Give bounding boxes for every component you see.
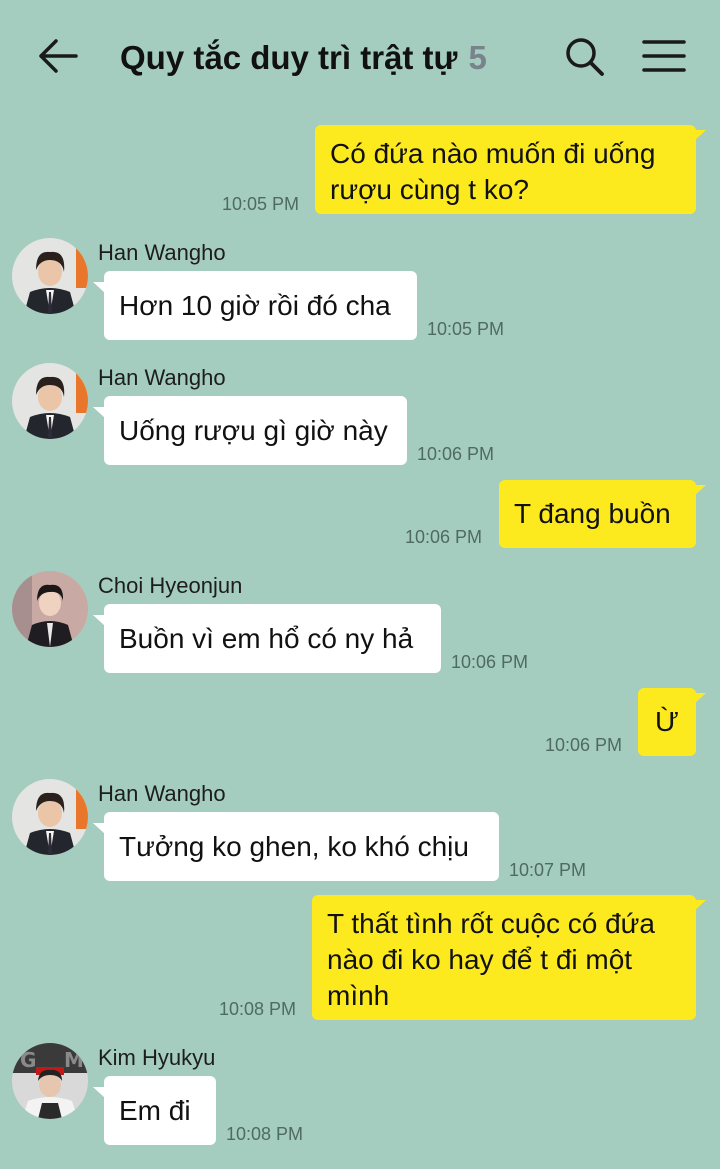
message-text: T thất tình rốt cuộc có đứa nào đi ko ha…: [327, 908, 655, 1011]
message-time: 10:05 PM: [222, 194, 300, 214]
search-icon: [566, 38, 604, 76]
message-time: 10:06 PM: [545, 735, 623, 755]
message-time: 10:08 PM: [219, 999, 297, 1019]
message-time: 10:08 PM: [226, 1124, 304, 1144]
bubble-tail: [93, 407, 105, 418]
avatar-choi-hyeonjun[interactable]: [12, 571, 88, 647]
message-bubble-outgoing[interactable]: Có đứa nào muốn đi uống rượu cùng t ko?: [315, 125, 696, 214]
message-text: Buồn vì em hổ có ny hả: [119, 622, 414, 654]
message-bubble-incoming[interactable]: Uống rượu gì giờ này: [104, 396, 407, 465]
message-bubble-incoming[interactable]: Buồn vì em hổ có ny hả: [104, 604, 441, 673]
sender-name: Choi Hyeonjun: [98, 573, 243, 598]
avatar-han-wangho[interactable]: [12, 238, 88, 314]
svg-text:G: G: [20, 1048, 36, 1072]
message-text: T đang buồn: [514, 498, 671, 529]
message-time: 10:06 PM: [405, 527, 483, 547]
chat-title: Quy tắc duy trì trật tự: [120, 39, 458, 76]
message-bubble-incoming[interactable]: Em đi: [104, 1076, 216, 1145]
search-button[interactable]: [562, 34, 608, 80]
menu-button[interactable]: [640, 36, 688, 76]
message-time: 10:06 PM: [417, 444, 495, 464]
sender-name: Han Wangho: [98, 240, 226, 265]
chat-header: Quy tắc duy trì trật tự 5: [0, 0, 720, 115]
bubble-tail: [93, 823, 105, 834]
avatar-han-wangho[interactable]: [12, 779, 88, 855]
message-bubble-outgoing[interactable]: Ừ: [638, 688, 696, 756]
message-text: Uống rượu gì giờ này: [119, 414, 388, 446]
svg-text:M: M: [64, 1048, 84, 1072]
member-count: 5: [468, 39, 487, 76]
message-bubble-outgoing[interactable]: T đang buồn: [499, 480, 696, 548]
message-time: 10:05 PM: [427, 319, 505, 339]
sender-name: Kim Hyukyu: [98, 1045, 216, 1070]
bubble-tail: [694, 485, 706, 496]
message-text: Ừ: [655, 706, 679, 737]
message-bubble-outgoing[interactable]: T thất tình rốt cuộc có đứa nào đi ko ha…: [312, 895, 696, 1020]
avatar-han-wangho[interactable]: [12, 363, 88, 439]
back-button[interactable]: [36, 36, 80, 76]
bubble-tail: [93, 282, 105, 293]
message-time: 10:07 PM: [509, 860, 587, 880]
message-bubble-incoming[interactable]: Hơn 10 giờ rồi đó cha: [104, 271, 417, 340]
bubble-tail: [694, 693, 706, 704]
hamburger-menu-icon: [642, 40, 686, 72]
bubble-tail: [694, 900, 706, 911]
message-text: Tưởng ko ghen, ko khó chịu: [119, 830, 469, 862]
message-text: Hơn 10 giờ rồi đó cha: [119, 289, 391, 321]
avatar-kim-hyukyu[interactable]: G M: [12, 1043, 88, 1119]
bubble-tail: [93, 615, 105, 626]
bubble-tail: [694, 130, 706, 141]
message-time: 10:06 PM: [451, 652, 529, 672]
message-bubble-incoming[interactable]: Tưởng ko ghen, ko khó chịu: [104, 812, 499, 881]
message-text: Em đi: [119, 1094, 191, 1126]
sender-name: Han Wangho: [98, 365, 226, 390]
sender-name: Han Wangho: [98, 781, 226, 806]
arrow-left-icon: [39, 39, 78, 73]
message-text: Có đứa nào muốn đi uống rượu cùng t ko?: [330, 138, 656, 205]
chat-title-group: Quy tắc duy trì trật tự 5: [120, 36, 487, 80]
bubble-tail: [93, 1087, 105, 1098]
